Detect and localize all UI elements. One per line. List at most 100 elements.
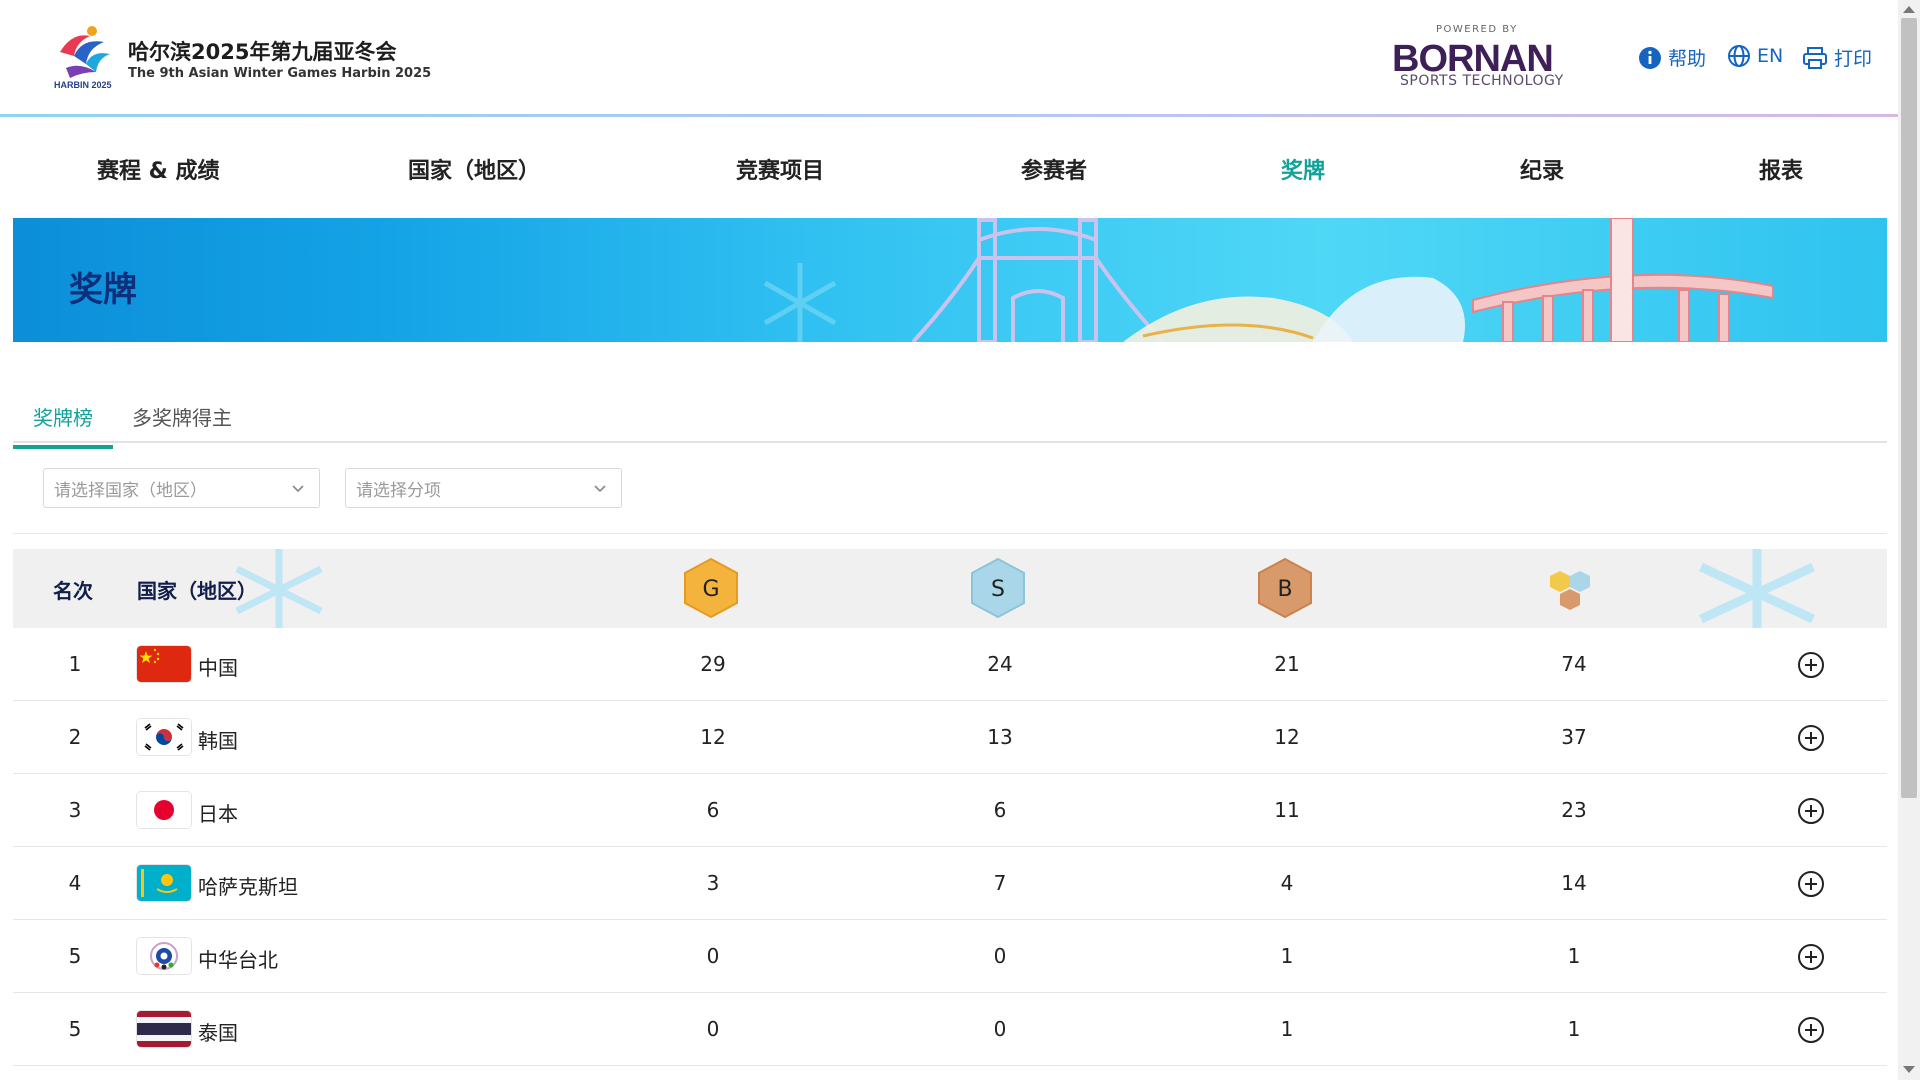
nav-item-reports[interactable]: 报表 — [1759, 153, 1803, 185]
table-row: 2 韩国 12 13 12 37 — [13, 701, 1887, 774]
bronze-count: 12 — [1274, 725, 1300, 749]
country-select-placeholder: 请选择国家（地区） — [54, 480, 207, 501]
table-row: 5 中华台北 0 0 1 1 — [13, 920, 1887, 993]
gold-count: 0 — [706, 1017, 720, 1041]
banner-illustration — [763, 218, 1774, 342]
chevron-down-icon — [292, 485, 304, 493]
rank-cell: 4 — [68, 871, 82, 895]
gold-count: 0 — [706, 944, 720, 968]
china-flag-icon — [137, 646, 191, 682]
silver-count: 7 — [993, 871, 1007, 895]
medal-table-header: 名次 国家（地区） G S B — [13, 549, 1887, 628]
total-count: 1 — [1567, 1017, 1581, 1041]
rank-cell: 5 — [68, 944, 82, 968]
scroll-up-arrow-icon[interactable] — [1903, 6, 1915, 13]
scroll-thumb[interactable] — [1901, 18, 1917, 798]
expand-plus-icon[interactable] — [1797, 724, 1825, 752]
svg-text:S: S — [991, 577, 1005, 602]
country-name[interactable]: 中国 — [198, 652, 238, 681]
powered-by-label: POWERED BY — [1436, 24, 1518, 35]
help-label: 帮助 — [1668, 48, 1707, 70]
nav-item-schedule-results[interactable]: 赛程 & 成绩 — [97, 153, 220, 185]
japan-flag-icon — [137, 792, 191, 828]
sponsor-subtitle: SPORTS TECHNOLOGY — [1400, 73, 1564, 89]
page: HARBIN 2025 哈尔滨2025年第九届亚冬会 The 9th Asian… — [0, 0, 1920, 1080]
chinese-taipei-flag-icon — [137, 938, 191, 974]
logo-text: HARBIN 2025 — [54, 80, 112, 90]
nav-item-countries[interactable]: 国家（地区） — [408, 153, 540, 185]
silver-count: 0 — [993, 1017, 1007, 1041]
print-link[interactable]: 打印 — [1802, 44, 1872, 71]
nav-item-medals[interactable]: 奖牌 — [1281, 153, 1325, 185]
total-medals-icon — [1550, 571, 1590, 610]
country-header: 国家（地区） — [137, 579, 257, 603]
bronze-count: 4 — [1280, 871, 1294, 895]
bronze-count: 1 — [1280, 1017, 1294, 1041]
page-scrollbar[interactable] — [1898, 0, 1920, 1080]
korea-flag-icon — [137, 719, 191, 755]
globe-icon — [1728, 45, 1750, 67]
event-subtitle: The 9th Asian Winter Games Harbin 2025 — [128, 66, 432, 81]
total-count: 23 — [1561, 798, 1587, 822]
page-banner: 奖牌 — [13, 218, 1887, 342]
gold-count: 12 — [700, 725, 726, 749]
colonnade-illustration — [1472, 218, 1774, 342]
expand-plus-icon[interactable] — [1797, 870, 1825, 898]
printer-icon — [1803, 46, 1827, 69]
country-select[interactable]: 请选择国家（地区） — [43, 468, 320, 508]
silver-count: 13 — [987, 725, 1013, 749]
country-name[interactable]: 泰国 — [198, 1017, 238, 1046]
bronze-count: 11 — [1274, 798, 1300, 822]
gold-count: 3 — [706, 871, 720, 895]
silver-count: 24 — [987, 652, 1013, 676]
harbin-2025-logo[interactable]: HARBIN 2025 — [52, 22, 114, 94]
snowflake-icon — [1699, 549, 1815, 628]
info-icon — [1639, 46, 1661, 69]
rank-cell: 1 — [68, 652, 82, 676]
total-count: 14 — [1561, 871, 1587, 895]
expand-plus-icon[interactable] — [1797, 797, 1825, 825]
silver-medal-icon: S — [971, 557, 1025, 619]
country-name[interactable]: 哈萨克斯坦 — [198, 871, 298, 900]
nav-item-sports[interactable]: 竞赛项目 — [736, 153, 824, 185]
tab-multi-medalists[interactable]: 多奖牌得主 — [132, 402, 232, 445]
table-row: 3 日本 6 6 11 23 — [13, 774, 1887, 847]
help-link[interactable]: 帮助 — [1638, 44, 1706, 71]
bronze-count: 1 — [1280, 944, 1294, 968]
country-name[interactable]: 韩国 — [198, 725, 238, 754]
header-snowflake-decoration — [235, 549, 1815, 628]
silver-count: 6 — [993, 798, 1007, 822]
gold-count: 29 — [700, 652, 726, 676]
table-row: 5 泰国 0 0 1 1 — [13, 993, 1887, 1066]
bronze-count: 21 — [1274, 652, 1300, 676]
rank-header: 名次 — [53, 579, 93, 603]
chevron-down-icon — [594, 485, 606, 493]
language-label: EN — [1757, 45, 1784, 67]
rank-cell: 2 — [68, 725, 82, 749]
print-label: 打印 — [1834, 48, 1873, 70]
total-count: 1 — [1567, 944, 1581, 968]
scroll-down-arrow-icon[interactable] — [1903, 1066, 1915, 1073]
banner-title: 奖牌 — [69, 270, 137, 310]
main-nav: 赛程 & 成绩 国家（地区） 竞赛项目 参赛者 奖牌 纪录 报表 — [0, 117, 1898, 217]
total-count: 74 — [1561, 652, 1587, 676]
rank-cell: 3 — [68, 798, 82, 822]
expand-plus-icon[interactable] — [1797, 1016, 1825, 1044]
table-row: 4 哈萨克斯坦 3 7 4 14 — [13, 847, 1887, 920]
bridge-illustration — [911, 218, 1165, 342]
gold-count: 6 — [706, 798, 720, 822]
snowflake-icon — [763, 263, 837, 342]
nav-item-participants[interactable]: 参赛者 — [1021, 153, 1087, 185]
silver-count: 0 — [993, 944, 1007, 968]
event-title: 哈尔滨2025年第九届亚冬会 — [128, 40, 397, 64]
country-name[interactable]: 日本 — [198, 798, 238, 827]
country-name[interactable]: 中华台北 — [198, 944, 278, 973]
tab-medal-table[interactable]: 奖牌榜 — [13, 402, 113, 449]
language-switch[interactable]: EN — [1727, 44, 1783, 68]
discipline-select[interactable]: 请选择分项 — [345, 468, 622, 508]
nav-item-records[interactable]: 纪录 — [1520, 153, 1564, 185]
filter-divider — [13, 533, 1887, 534]
expand-plus-icon[interactable] — [1797, 943, 1825, 971]
expand-plus-icon[interactable] — [1797, 651, 1825, 679]
bronze-medal-icon: B — [1258, 557, 1312, 619]
